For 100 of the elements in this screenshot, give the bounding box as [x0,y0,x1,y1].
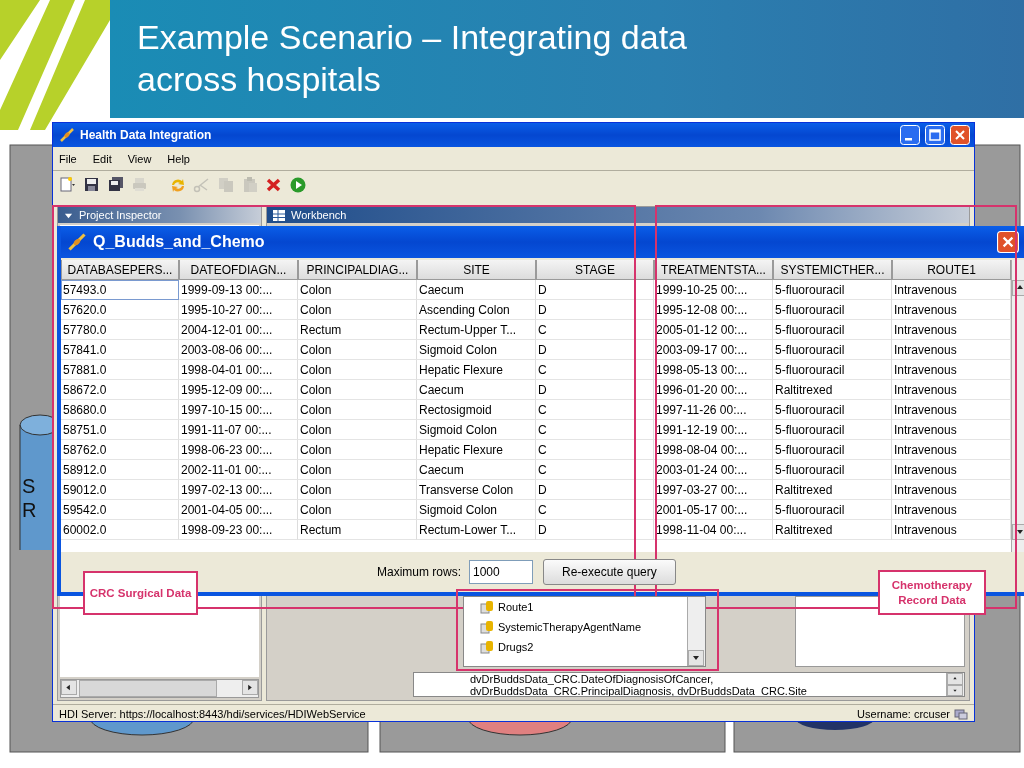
new-icon[interactable] [59,175,76,193]
slide-text-fragment: R [22,499,37,522]
table-cell: Rectum-Upper T... [417,320,536,340]
table-cell: Colon [298,440,417,460]
table-cell: 2001-05-17 00:... [654,500,773,520]
menu-item[interactable]: File [59,152,77,165]
close-button[interactable] [950,125,970,145]
table-cell: 1995-12-09 00:... [179,380,298,400]
table-cell: Raltitrexed [773,480,892,500]
table-cell: 1998-04-01 00:... [179,360,298,380]
table-cell: Colon [298,300,417,320]
list-item[interactable]: SystemicTherapyAgentName [464,617,687,637]
table-cell[interactable]: 57620.0 [61,300,179,320]
column-header[interactable]: SYSTEMICTHER... [773,260,892,280]
username-status: Username: crcuser [857,707,950,720]
table-cell: 1997-02-13 00:... [179,480,298,500]
table-cell: 1999-10-25 00:... [654,280,773,300]
table-cell: C [536,320,654,340]
plug-icon [67,232,87,252]
table-cell[interactable]: 59542.0 [61,500,179,520]
table-cell: 5-fluorouracil [773,300,892,320]
table-cell: 2001-04-05 00:... [179,500,298,520]
table-cell: Hepatic Flexure [417,440,536,460]
window-title: Health Data Integration [80,128,213,142]
menu-item[interactable]: Edit [92,152,112,165]
panel-title: Workbench [291,209,347,221]
scroll-left-button[interactable] [61,680,77,695]
table-cell: 1996-01-20 00:... [654,380,773,400]
table-cell: Colon [298,380,417,400]
table-cell: Caecum [417,280,536,300]
table-cell[interactable]: 57841.0 [61,340,179,360]
run-icon[interactable] [289,175,306,193]
menu-item[interactable]: View [127,152,152,165]
table-cell: 5-fluorouracil [773,320,892,340]
table-cell: Raltitrexed [773,520,892,540]
list-item[interactable]: Route1 [464,597,687,617]
table-cell: 1995-12-08 00:... [654,300,773,320]
table-cell[interactable]: 58672.0 [61,380,179,400]
table-cell: Rectum-Lower T... [417,520,536,540]
close-button[interactable] [997,231,1019,253]
table-cell: 1991-11-07 00:... [179,420,298,440]
column-header[interactable]: SITE [417,260,536,280]
table-cell[interactable]: 59012.0 [61,480,179,500]
save-all-icon[interactable] [107,175,124,193]
table-cell: Colon [298,280,417,300]
table-cell: C [536,360,654,380]
table-cell: 1998-11-04 00:... [654,520,773,540]
column-header[interactable]: ROUTE1 [892,260,1011,280]
table-cell: Colon [298,360,417,380]
table-icon [273,209,285,221]
table-cell[interactable]: 57493.0 [61,280,179,300]
table-cell: 2002-11-01 00:... [179,460,298,480]
table-cell: D [536,280,654,300]
scroll-down-button[interactable] [688,650,704,666]
column-header[interactable]: DATABASEPERS... [61,260,179,280]
table-cell: D [536,520,654,540]
scroll-right-button[interactable] [242,680,258,695]
column-header[interactable]: TREATMENTSTA... [654,260,773,280]
column-header[interactable]: DATEOFDIAGN... [179,260,298,280]
plug-icon [59,127,75,143]
maximize-button[interactable] [925,125,945,145]
vertical-scrollbar[interactable] [687,597,705,666]
table-cell: 1998-05-13 00:... [654,360,773,380]
table-cell[interactable]: 58751.0 [61,420,179,440]
table-cell: Raltitrexed [773,380,892,400]
table-cell: Colon [298,420,417,440]
table-cell: 1997-03-27 00:... [654,480,773,500]
table-cell: Ascending Colon [417,300,536,320]
table-cell: C [536,500,654,520]
table-cell: 2003-09-17 00:... [654,340,773,360]
table-cell[interactable]: 57881.0 [61,360,179,380]
table-cell: Rectum [298,520,417,540]
max-rows-field[interactable]: 1000 [469,560,533,584]
horizontal-scrollbar[interactable] [60,679,259,698]
table-cell: Hepatic Flexure [417,360,536,380]
table-cell[interactable]: 58912.0 [61,460,179,480]
save-icon[interactable] [83,175,100,193]
table-cell[interactable]: 58680.0 [61,400,179,420]
menu-item[interactable]: Help [167,152,190,165]
re-execute-button[interactable]: Re-execute query [543,559,676,585]
table-cell: Sigmoid Colon [417,500,536,520]
table-cell: Caecum [417,380,536,400]
table-cell: Caecum [417,460,536,480]
table-cell[interactable]: 60002.0 [61,520,179,540]
column-header[interactable]: STAGE [536,260,654,280]
annotation-label: Chemotherapy Record Data [878,570,986,615]
table-cell: Sigmoid Colon [417,420,536,440]
column-header[interactable]: PRINCIPALDIAG... [298,260,417,280]
list-item[interactable]: Drugs2 [464,637,687,657]
table-cell[interactable]: 58762.0 [61,440,179,460]
table-cell: 5-fluorouracil [773,420,892,440]
table-cell: 1998-09-23 00:... [179,520,298,540]
slide-title: Example Scenario – Integrating data across hospitals [137,17,688,100]
table-cell: 5-fluorouracil [773,360,892,380]
table-cell: 5-fluorouracil [773,500,892,520]
table-cell[interactable]: 57780.0 [61,320,179,340]
table-cell: D [536,480,654,500]
table-cell: 2003-01-24 00:... [654,460,773,480]
table-cell: 5-fluorouracil [773,400,892,420]
minimize-button[interactable] [900,125,920,145]
